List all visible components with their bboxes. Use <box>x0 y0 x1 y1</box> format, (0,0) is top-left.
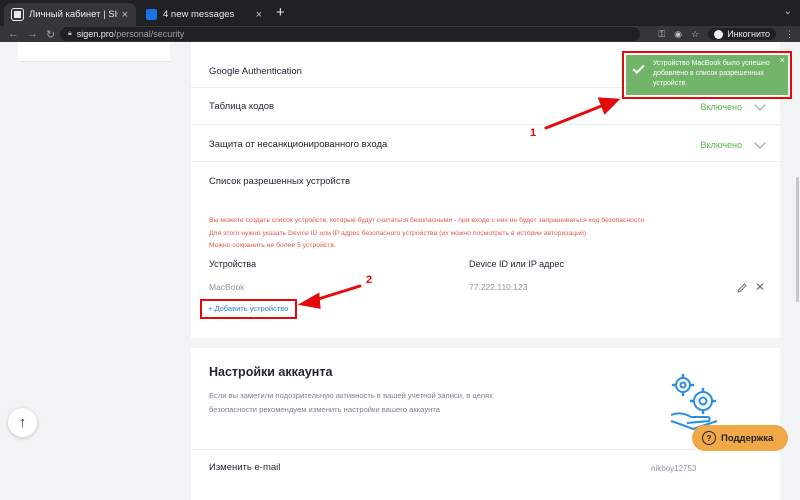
col-devices-header: Устройства <box>209 259 257 269</box>
back-icon[interactable]: ← <box>8 28 19 40</box>
profile-label: Инкогнито <box>727 29 770 39</box>
tab-close-icon[interactable]: × <box>256 9 262 21</box>
incognito-profile[interactable]: Инкогнито <box>708 28 776 40</box>
row-label: Защита от несанкционированного входа <box>209 139 388 150</box>
reload-icon[interactable]: ↻ <box>46 28 55 41</box>
support-button[interactable]: ? Поддержка <box>692 425 788 451</box>
tab-messages[interactable]: 4 new messages × <box>138 3 270 26</box>
scroll-to-top-button[interactable]: ↑ <box>8 408 37 437</box>
warning-line: Для этого нужно указать Device ID или IP… <box>209 229 587 237</box>
divider <box>191 449 780 450</box>
tab-title: 4 new messages <box>163 9 235 20</box>
url-path: /personal/security <box>113 29 185 39</box>
row-unauthorized-protection[interactable]: Защита от несанкционированного входа Вкл… <box>191 125 780 162</box>
annotation-number-1: 1 <box>530 127 537 139</box>
email-value: nikboy12753 <box>651 464 697 473</box>
account-settings-title: Настройки аккаунта <box>209 365 333 379</box>
row-label: Таблица кодов <box>209 101 275 112</box>
key-icon[interactable]: ⚿ <box>658 29 665 40</box>
devices-warning: Вы можете создать список устройств, кото… <box>209 215 729 253</box>
question-icon: ? <box>702 431 716 445</box>
toast-message: Устройство MacBook было успешно добавлен… <box>653 60 770 87</box>
account-settings-card: Настройки аккаунта Если вы заметили подо… <box>191 348 780 500</box>
description-line: Если вы заметили подозрительную активнос… <box>209 391 493 400</box>
tab-search-icon[interactable]: ⌄ <box>784 6 792 17</box>
success-toast: Устройство MacBook было успешно добавлен… <box>626 55 788 95</box>
chevron-down-icon[interactable] <box>754 137 766 149</box>
warning-line: Вы можете создать список устройств, кото… <box>209 217 647 224</box>
bookmark-star-icon[interactable]: ☆ <box>691 29 699 40</box>
address-bar[interactable]: 🔒︎ sigen.pro/personal/security <box>60 27 640 41</box>
status-enabled: Включено <box>700 140 742 150</box>
menu-dots-icon[interactable]: ⋮ <box>785 29 794 40</box>
page-content: Google Authentication Таблица кодов Вклю… <box>0 42 800 500</box>
left-sidebar-card <box>18 42 170 62</box>
chevron-down-icon[interactable] <box>754 99 766 111</box>
annotation-frame-add-device <box>200 299 297 319</box>
col-device-id-header: Device ID или IP адрес <box>469 259 564 269</box>
delete-x-icon[interactable]: ✕ <box>755 281 765 293</box>
messages-favicon-icon <box>146 9 157 20</box>
forward-icon[interactable]: → <box>27 28 38 40</box>
lock-icon[interactable]: 🔒︎ <box>68 30 72 38</box>
row-label: Google Authentication <box>209 66 302 77</box>
sigen-favicon-icon <box>11 8 24 21</box>
tab-title: Личный кабинет | SIGEN.pro <box>29 9 118 20</box>
arrow-up-icon: ↑ <box>18 414 27 431</box>
checkmark-icon <box>632 61 645 75</box>
scrollbar-thumb[interactable] <box>796 177 799 302</box>
browser-tab-bar: Личный кабинет | SIGEN.pro × 4 new messa… <box>0 0 800 26</box>
devices-title: Список разрешенных устройств <box>209 176 351 187</box>
new-tab-button[interactable]: + <box>276 5 285 20</box>
eye-off-icon[interactable]: ◉ <box>674 29 682 40</box>
device-id: 77.222.110.123 <box>469 282 528 292</box>
tab-sigen[interactable]: Личный кабинет | SIGEN.pro × <box>4 3 136 26</box>
account-settings-description: Если вы заметили подозрительную активнос… <box>209 389 539 417</box>
incognito-icon <box>714 29 724 39</box>
tab-close-icon[interactable]: × <box>122 9 128 21</box>
description-line: безопасности рекомендуем изменить настро… <box>209 405 440 414</box>
annotation-number-2: 2 <box>366 274 373 286</box>
change-email-label[interactable]: Изменить e-mail <box>209 462 280 473</box>
gear-hand-illustration-icon <box>670 373 718 431</box>
browser-toolbar: ← → ↻ 🔒︎ sigen.pro/personal/security ⚿ ◉… <box>0 26 800 42</box>
device-name: MacBook <box>209 282 245 292</box>
support-label: Поддержка <box>721 432 774 444</box>
warning-line: Можно сохранить не более 5 устройств. <box>209 242 336 249</box>
toast-close-icon[interactable]: × <box>780 55 785 65</box>
url-domain: sigen.pro <box>76 29 114 39</box>
pencil-edit-icon[interactable] <box>736 282 748 294</box>
status-enabled: Включено <box>700 102 742 112</box>
